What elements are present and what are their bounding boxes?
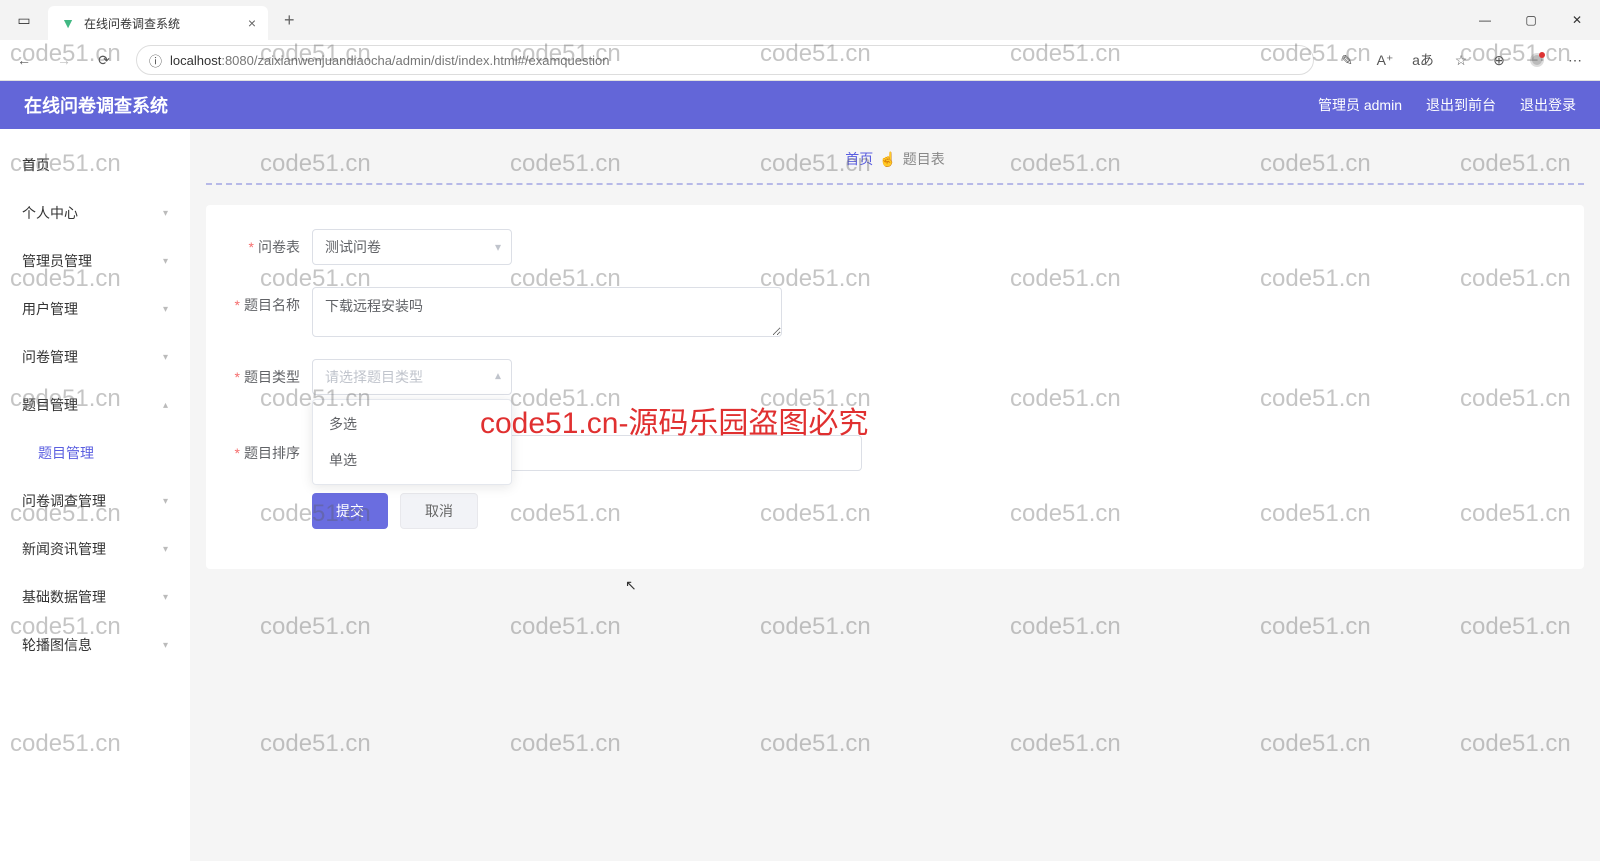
sidebar-item-basedata[interactable]: 基础数据管理▾: [0, 573, 190, 621]
profile-icon[interactable]: [1520, 44, 1554, 76]
main-content: 首页 ☝ 题目表 *问卷表 测试问卷 ▾ *题目名称 *题目类型 请选择题目类型: [190, 129, 1600, 861]
browser-titlebar: ▭ ▼ 在线问卷调查系统 × + — ▢ ✕: [0, 0, 1600, 40]
tab-title: 在线问卷调查系统: [84, 15, 240, 32]
favorites-icon[interactable]: ☆: [1444, 44, 1478, 76]
sidebar-sub-question-manage[interactable]: 题目管理: [0, 429, 190, 477]
url-port: :8080: [221, 53, 254, 68]
maximize-button[interactable]: ▢: [1508, 0, 1554, 40]
chevron-up-icon: ▾: [495, 370, 501, 384]
breadcrumb-separator-icon: ☝: [879, 151, 896, 168]
to-front-link[interactable]: 退出到前台: [1426, 95, 1496, 115]
paper-select-value: 测试问卷: [325, 237, 381, 257]
menu-icon[interactable]: ⋯: [1558, 44, 1592, 76]
tab-manager-icon[interactable]: ▭: [17, 12, 30, 29]
divider: [206, 183, 1584, 185]
sidebar-item-news[interactable]: 新闻资讯管理▾: [0, 525, 190, 573]
chevron-down-icon: ▾: [163, 592, 168, 603]
type-select[interactable]: 请选择题目类型 ▾: [312, 359, 512, 395]
sidebar-item-profile[interactable]: 个人中心▾: [0, 189, 190, 237]
edit-icon[interactable]: ✎: [1330, 44, 1364, 76]
chevron-down-icon: ▾: [163, 256, 168, 267]
name-input[interactable]: [312, 287, 782, 337]
breadcrumb-current: 题目表: [903, 149, 945, 169]
close-tab-icon[interactable]: ×: [248, 15, 256, 31]
collections-icon[interactable]: ⊕: [1482, 44, 1516, 76]
sidebar-item-admin[interactable]: 管理员管理▾: [0, 237, 190, 285]
translate-icon[interactable]: aあ: [1406, 44, 1440, 76]
chevron-down-icon: ▾: [163, 640, 168, 651]
sidebar-item-carousel[interactable]: 轮播图信息▾: [0, 621, 190, 669]
sidebar-item-users[interactable]: 用户管理▾: [0, 285, 190, 333]
paper-select[interactable]: 测试问卷 ▾: [312, 229, 512, 265]
app-header: 在线问卷调查系统 管理员 admin 退出到前台 退出登录: [0, 81, 1600, 129]
chevron-down-icon: ▾: [163, 304, 168, 315]
cursor-icon: ↖: [625, 577, 637, 594]
chevron-down-icon: ▾: [163, 496, 168, 507]
sidebar: 首页 个人中心▾ 管理员管理▾ 用户管理▾ 问卷管理▾ 题目管理▴ 题目管理 问…: [0, 129, 190, 861]
url-host: localhost: [170, 53, 221, 68]
type-select-placeholder: 请选择题目类型: [325, 367, 423, 387]
name-label: *题目名称: [222, 287, 312, 323]
submit-button[interactable]: 提交: [312, 493, 388, 529]
forward-button[interactable]: →: [48, 44, 80, 76]
back-button[interactable]: ←: [8, 44, 40, 76]
chevron-down-icon: ▾: [163, 208, 168, 219]
sidebar-item-question[interactable]: 题目管理▴: [0, 381, 190, 429]
refresh-button[interactable]: ⟳: [88, 44, 120, 76]
sort-label: *题目排序: [222, 435, 312, 471]
sidebar-item-survey[interactable]: 问卷调查管理▾: [0, 477, 190, 525]
type-label: *题目类型: [222, 359, 312, 395]
minimize-button[interactable]: —: [1462, 0, 1508, 40]
sidebar-item-home[interactable]: 首页: [0, 141, 190, 189]
chevron-down-icon: ▾: [163, 352, 168, 363]
vue-favicon: ▼: [60, 15, 76, 31]
chevron-up-icon: ▴: [163, 400, 168, 411]
cancel-button[interactable]: 取消: [400, 493, 478, 529]
type-option-single[interactable]: 单选: [313, 442, 511, 478]
question-form: *问卷表 测试问卷 ▾ *题目名称 *题目类型 请选择题目类型 ▾ ↖ 多选: [206, 205, 1584, 569]
browser-toolbar: ← → ⟳ ⓘ localhost:8080/zaixianwenjuandia…: [0, 40, 1600, 80]
address-bar[interactable]: ⓘ localhost:8080/zaixianwenjuandiaocha/a…: [136, 45, 1314, 75]
close-window-button[interactable]: ✕: [1554, 0, 1600, 40]
read-aloud-icon[interactable]: A⁺: [1368, 44, 1402, 76]
url-path: /zaixianwenjuandiaocha/admin/dist/index.…: [254, 53, 610, 68]
user-label[interactable]: 管理员 admin: [1318, 95, 1402, 115]
breadcrumb-home[interactable]: 首页: [845, 149, 873, 169]
browser-tab[interactable]: ▼ 在线问卷调查系统 ×: [48, 6, 268, 40]
type-option-multi[interactable]: 多选: [313, 406, 511, 442]
new-tab-button[interactable]: +: [276, 10, 303, 31]
paper-label: *问卷表: [222, 229, 312, 265]
type-dropdown: 多选 单选: [312, 399, 512, 485]
chevron-down-icon: ▾: [163, 544, 168, 555]
chevron-down-icon: ▾: [495, 240, 501, 254]
sidebar-item-paper[interactable]: 问卷管理▾: [0, 333, 190, 381]
app-title: 在线问卷调查系统: [24, 92, 168, 118]
logout-link[interactable]: 退出登录: [1520, 95, 1576, 115]
site-info-icon[interactable]: ⓘ: [149, 51, 162, 70]
breadcrumb: 首页 ☝ 题目表: [206, 141, 1584, 183]
